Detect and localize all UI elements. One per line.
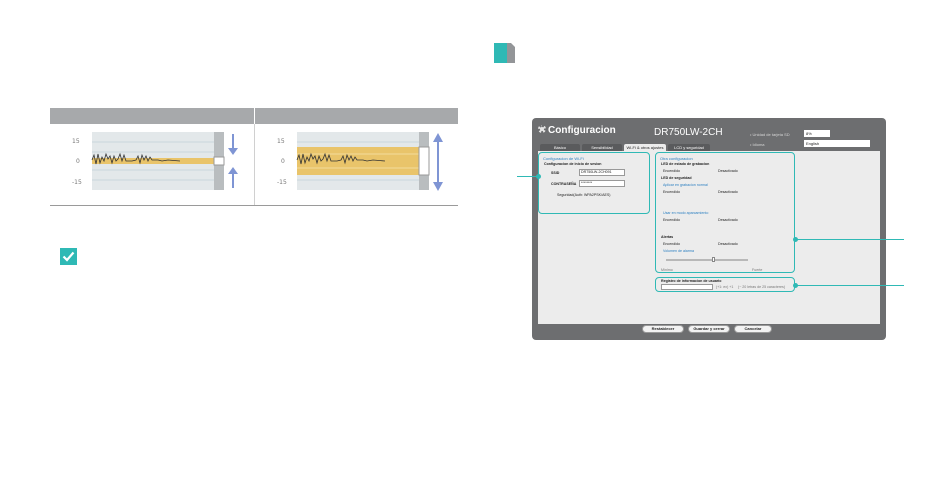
security-label: Seguridad(Auth: WPA2PSK/AES) [557, 193, 611, 197]
callout-dot-other [793, 237, 798, 242]
other-pane-title: Otra configuracion [660, 156, 693, 161]
checkmark-icon [60, 248, 77, 265]
user-info-input[interactable] [661, 284, 713, 290]
manual-page: 15 0 -15 15 0 -15 Configuracion DR750LW-… [0, 0, 950, 484]
parking-off-radio[interactable]: Desactivado [718, 218, 738, 222]
table-body: 15 0 -15 15 0 -15 [50, 124, 458, 206]
axis-tick: -15 [72, 179, 82, 186]
config-window: Configuracion DR750LW-2CH • Unidad de ta… [532, 118, 886, 340]
comparison-table: 15 0 -15 15 0 -15 [50, 108, 458, 206]
language-label: • Idioma [750, 142, 765, 147]
axis-tick: 0 [281, 158, 285, 165]
callout-dot-wifi [536, 174, 541, 179]
high-sensitivity-cell: 15 0 -15 [253, 124, 459, 205]
wifi-pane: Configuracion de Wi-Fi Configuracion de … [538, 152, 650, 214]
waveform-high: 15 0 -15 [277, 132, 443, 191]
axis-tick: 15 [72, 138, 80, 145]
axis-tick: 15 [277, 138, 285, 145]
parking-on-radio[interactable]: Encendido [663, 218, 680, 222]
sd-card-select[interactable]: 8% [804, 130, 830, 137]
alerts-on-radio[interactable]: Encendido [663, 242, 680, 246]
sec-led-off-radio[interactable]: Desactivado [718, 190, 738, 194]
tab-sensitivity[interactable]: Sensibilidad [582, 144, 622, 151]
language-select[interactable]: English [804, 140, 870, 147]
volume-slider-handle[interactable] [712, 257, 715, 262]
apply-normal-checkbox[interactable]: Aplicar en grabacion normal [663, 183, 708, 187]
alerts-off-radio[interactable]: Desactivado [718, 242, 738, 246]
low-sensitivity-cell: 15 0 -15 [50, 124, 254, 205]
volume-checkbox[interactable]: Volumen de alarma [663, 249, 694, 253]
callout-dot-user [793, 283, 798, 288]
callout-line-user [796, 285, 904, 286]
other-settings-pane: Otra configuracion LED de estado de grab… [655, 152, 795, 273]
rec-led-off-radio[interactable]: Desactivado [718, 169, 738, 173]
sd-card-label: • Unidad de tarjeta SD [750, 132, 790, 137]
axis-tick: -15 [277, 179, 287, 186]
window-body: Configuracion de Wi-Fi Configuracion de … [538, 151, 880, 324]
callout-line-other [796, 239, 904, 240]
window-title: Configuracion [548, 125, 616, 136]
reset-button[interactable]: Restablecer [642, 325, 684, 333]
login-heading: Configuracion de inicio de sesion [544, 162, 602, 166]
wifi-pane-title: Configuracion de Wi-Fi [543, 156, 584, 161]
tab-bar: Básico Sensibilidad Wi-Fi & otros ajuste… [540, 144, 710, 151]
tab-basic[interactable]: Básico [540, 144, 580, 151]
user-info-limit: (~ 20 letras de 25 caracteres) [738, 285, 786, 289]
volume-max-label: Fuerte [752, 268, 763, 272]
sec-led-heading: LED de seguridad [661, 176, 692, 180]
cancel-button[interactable]: Cancelar [734, 325, 772, 333]
gear-icon [538, 125, 546, 133]
volume-min-label: Mínimo [661, 268, 673, 272]
user-info-pane: Registro de informacion de usuario (+1: … [655, 277, 795, 292]
save-close-button[interactable]: Guardar y cerrar [688, 325, 730, 333]
password-input[interactable]: ******** [579, 180, 625, 187]
table-header-cell-left [50, 108, 254, 124]
rec-led-heading: LED de estado de grabacion [661, 162, 710, 166]
waveform-low: 15 0 -15 [72, 132, 238, 190]
rec-led-on-radio[interactable]: Encendido [663, 169, 680, 173]
sec-led-on-radio[interactable]: Encendido [663, 190, 680, 194]
user-info-title: Registro de informacion de usuario [661, 279, 722, 283]
table-header-cell-right [253, 108, 459, 124]
table-header [50, 108, 458, 124]
model-name: DR750LW-2CH [654, 127, 723, 138]
axis-tick: 0 [76, 158, 80, 165]
user-info-hint: (+1: ex) +1 [716, 285, 734, 289]
tab-lcd-security[interactable]: LCD y seguridad [668, 144, 710, 151]
alerts-heading: Alertas [661, 235, 674, 239]
section-marker-icon [494, 43, 515, 63]
ssid-input[interactable]: DR750LW-2CH091 [579, 169, 625, 176]
tab-wifi[interactable]: Wi-Fi & otros ajustes [624, 144, 666, 151]
password-label: CONTRASEÑA [551, 182, 577, 186]
volume-slider[interactable] [666, 259, 748, 261]
ssid-label: SSID [551, 171, 560, 175]
parking-mode-checkbox[interactable]: Usar en modo aparcamiento [663, 211, 708, 215]
